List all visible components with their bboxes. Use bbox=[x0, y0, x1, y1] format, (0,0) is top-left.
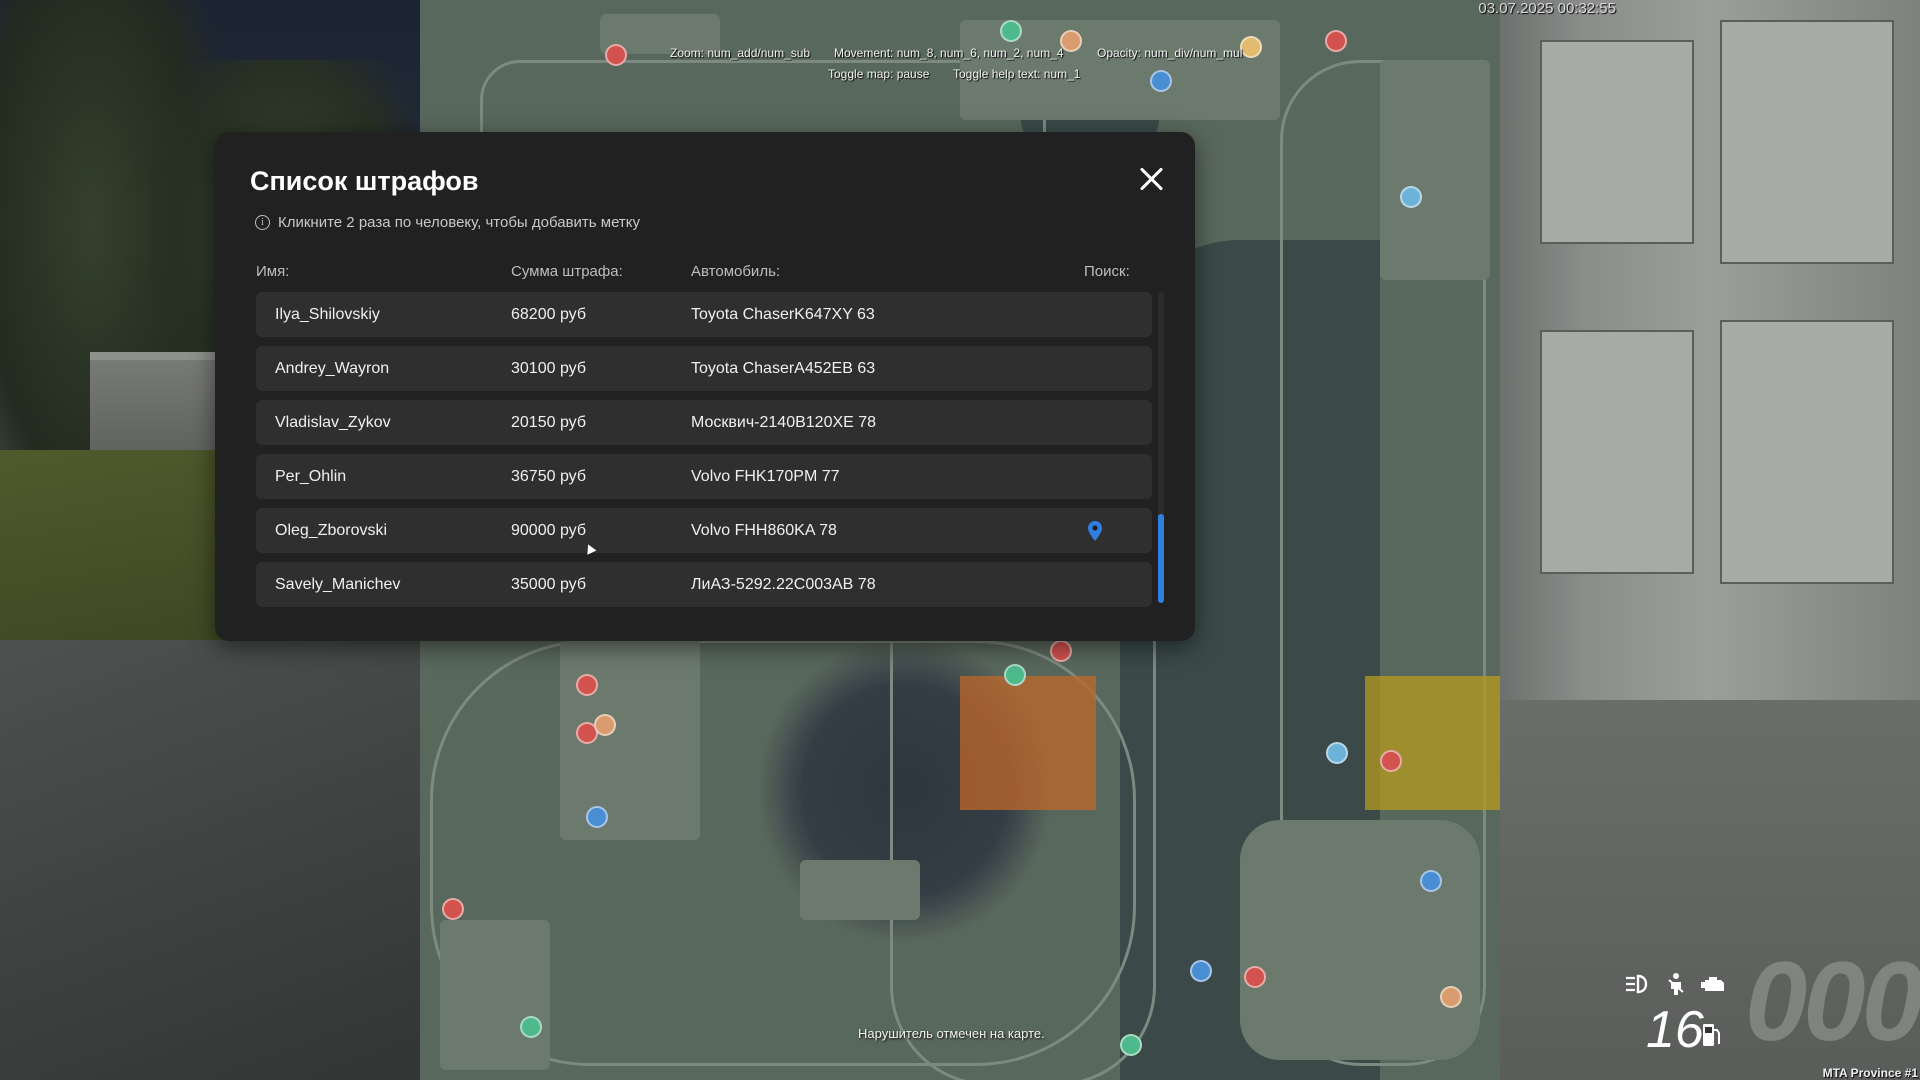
dialog-title: Список штрафов bbox=[250, 166, 479, 196]
hospital-blip-icon bbox=[605, 44, 627, 66]
speedometer: 000 bbox=[1745, 939, 1920, 1064]
fine-amount: 68200 руб bbox=[511, 306, 586, 323]
column-header-name: Имя: bbox=[256, 263, 290, 280]
fine-row[interactable]: Ilya_Shilovskiy 68200 руб Toyota ChaserK… bbox=[256, 292, 1152, 337]
vehicle-info: ЛиАЗ-5292.22C003AB 78 bbox=[691, 576, 876, 593]
offender-name: Savely_Manichev bbox=[275, 576, 401, 593]
map-blip-icon bbox=[1240, 36, 1262, 58]
map-blip-icon bbox=[1440, 986, 1462, 1008]
hint: i Кликните 2 раза по человеку, чтобы доб… bbox=[255, 214, 640, 231]
map-district bbox=[800, 860, 920, 920]
offender-name: Vladislav_Zykov bbox=[275, 414, 391, 431]
info-icon: i bbox=[255, 215, 270, 230]
hint-text: Кликните 2 раза по человеку, чтобы добав… bbox=[278, 214, 641, 231]
map-district bbox=[1240, 820, 1480, 1060]
fine-amount: 90000 руб bbox=[511, 522, 586, 539]
fine-row[interactable]: Andrey_Wayron 30100 руб Toyota ChaserA45… bbox=[256, 346, 1152, 391]
hospital-blip-icon bbox=[1325, 30, 1347, 52]
offender-name: Andrey_Wayron bbox=[275, 360, 390, 377]
metro-blip-icon bbox=[576, 674, 598, 696]
map-district bbox=[1380, 60, 1490, 280]
map-help-zoom: Zoom: num_add/num_sub bbox=[670, 46, 811, 60]
status-message: Нарушитель отмечен на карте. bbox=[858, 1026, 1045, 1041]
map-blip-icon bbox=[1420, 870, 1442, 892]
vehicle-info: Toyota ChaserA452EB 63 bbox=[691, 360, 876, 377]
vehicle-info: Volvo FHK170PM 77 bbox=[691, 468, 840, 485]
column-header-vehicle: Автомобиль: bbox=[691, 263, 781, 280]
building-window bbox=[1720, 320, 1894, 584]
map-zone-orange bbox=[960, 676, 1096, 810]
offender-name: Ilya_Shilovskiy bbox=[275, 306, 380, 323]
fuel-pump-icon bbox=[1703, 1024, 1720, 1046]
map-zone-yellow bbox=[1365, 676, 1500, 810]
map-blip-icon bbox=[1380, 750, 1402, 772]
fine-row[interactable]: Vladislav_Zykov 20150 руб Москвич-2140B1… bbox=[256, 400, 1152, 445]
map-blip-icon bbox=[1326, 742, 1348, 764]
map-blip-icon bbox=[1120, 1034, 1142, 1056]
search-label[interactable]: Поиск: bbox=[1084, 263, 1130, 280]
fine-amount: 36750 руб bbox=[511, 468, 586, 485]
fine-row[interactable]: Per_Ohlin 36750 руб Volvo FHK170PM 77 bbox=[256, 454, 1152, 499]
vehicle-info: Volvo FHH860KA 78 bbox=[691, 522, 837, 539]
map-blip-icon bbox=[1400, 186, 1422, 208]
vehicle-status-icons bbox=[1624, 972, 1728, 996]
fine-amount: 35000 руб bbox=[511, 576, 586, 593]
fuel-level: 16 bbox=[1646, 1001, 1704, 1059]
map-blip-icon bbox=[520, 1016, 542, 1038]
offender-name: Oleg_Zborovski bbox=[275, 522, 388, 539]
map-blip-icon bbox=[442, 898, 464, 920]
map-blip-icon bbox=[1000, 20, 1022, 42]
seatbelt-icon bbox=[1668, 973, 1684, 995]
vehicle-info: Toyota ChaserK647XY 63 bbox=[691, 306, 875, 323]
vehicle-info: Москвич-2140B120XE 78 bbox=[691, 414, 877, 431]
map-pin-icon[interactable] bbox=[1088, 521, 1102, 541]
fines-dialog: Список штрафов i Кликните 2 раза по чело… bbox=[215, 132, 1195, 641]
column-header-amount: Сумма штрафа: bbox=[511, 263, 623, 280]
map-district bbox=[440, 920, 550, 1070]
map-blip-icon bbox=[1004, 664, 1026, 686]
game-timestamp: 03.07.2025 00:32:55 bbox=[1478, 0, 1616, 17]
map-blip-icon bbox=[586, 806, 608, 828]
fine-amount: 20150 руб bbox=[511, 414, 586, 431]
map-help-movement: Movement: num_8, num_6, num_2, num_4 bbox=[834, 46, 1064, 60]
building-window bbox=[1540, 330, 1694, 574]
map-help-opacity: Opacity: num_div/num_mul bbox=[1097, 46, 1243, 60]
offender-name: Per_Ohlin bbox=[275, 468, 347, 485]
engine-icon bbox=[1701, 977, 1724, 991]
fine-amount: 30100 руб bbox=[511, 360, 586, 377]
map-blip-icon bbox=[594, 714, 616, 736]
map-help-toggle-help: Toggle help text: num_1 bbox=[953, 67, 1081, 81]
map-blip-icon bbox=[1190, 960, 1212, 982]
server-name: MTA Province #1 bbox=[1822, 1066, 1918, 1080]
fine-row[interactable]: Savely_Manichev 35000 руб ЛиАЗ-5292.22C0… bbox=[256, 562, 1152, 607]
headlight-icon bbox=[1626, 974, 1648, 994]
building-window bbox=[1540, 40, 1694, 244]
fine-row-marked[interactable]: Oleg_Zborovski 90000 руб Volvo FHH860KA … bbox=[256, 508, 1152, 553]
map-help-toggle-map: Toggle map: pause bbox=[828, 67, 930, 81]
asphalt-road bbox=[0, 640, 430, 1080]
map-blip-icon bbox=[1150, 70, 1172, 92]
hospital-blip-icon bbox=[1050, 640, 1072, 662]
building-window bbox=[1720, 20, 1894, 264]
hospital-blip-icon bbox=[1244, 966, 1266, 988]
scrollbar-thumb[interactable] bbox=[1158, 514, 1164, 603]
close-icon[interactable] bbox=[1135, 162, 1169, 196]
